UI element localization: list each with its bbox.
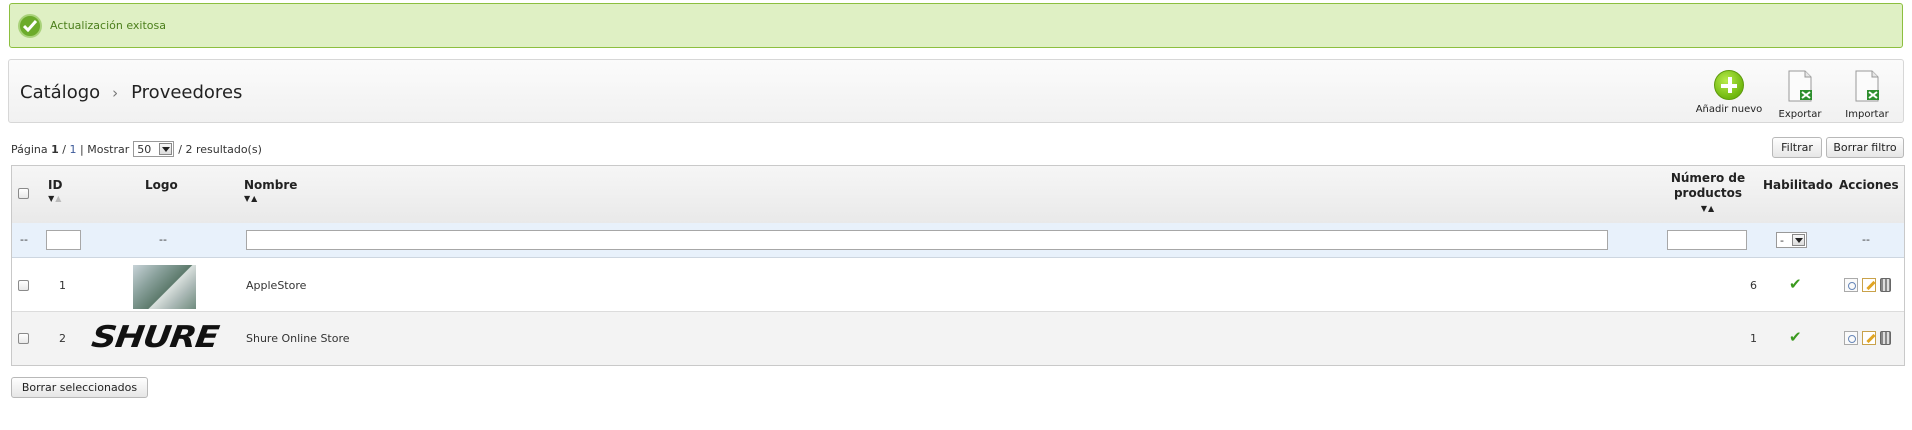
sort-arrows-icon[interactable]: ▼▲ <box>1668 201 1748 216</box>
table-row[interactable]: 1 AppleStore 6 ✔ <box>12 258 1904 312</box>
supplier-logo-image <box>133 265 196 309</box>
per-page-value: 50 <box>137 142 152 156</box>
column-actions: Acciones <box>1839 178 1899 192</box>
add-new-label: Añadir nuevo <box>1695 104 1763 115</box>
dropdown-arrow-icon <box>1791 234 1805 246</box>
row-name[interactable]: Shure Online Store <box>246 332 350 345</box>
row-actions <box>1844 331 1891 345</box>
row-name[interactable]: AppleStore <box>246 279 306 292</box>
sort-arrows-icon[interactable]: ▼▲ <box>244 194 297 203</box>
show-label: | Mostrar <box>80 142 130 156</box>
delete-icon[interactable] <box>1880 278 1891 292</box>
row-products: 6 <box>1750 279 1757 292</box>
page-prefix: Página <box>11 142 48 156</box>
filter-actions-placeholder: -- <box>1862 233 1870 246</box>
pagination: Página 1 / 1 | Mostrar 50 / 2 resultado(… <box>11 141 262 157</box>
edit-icon[interactable] <box>1862 278 1876 292</box>
filter-logo-placeholder: -- <box>159 233 167 246</box>
filter-name-input[interactable] <box>246 230 1608 250</box>
clear-filter-button[interactable]: Borrar filtro <box>1826 137 1904 158</box>
export-label: Exportar <box>1778 109 1822 120</box>
check-circle-icon <box>18 13 42 38</box>
page-toolbar: Catálogo › Proveedores Añadir nuevo Expo… <box>8 59 1904 123</box>
add-icon <box>1714 70 1744 100</box>
row-checkbox[interactable] <box>18 333 29 344</box>
results-count: / 2 resultado(s) <box>178 142 262 156</box>
success-alert: Actualización exitosa <box>9 3 1903 48</box>
delete-selected-button[interactable]: Borrar seleccionados <box>11 377 148 398</box>
column-id-label: ID <box>48 178 63 192</box>
enabled-check-icon[interactable]: ✔ <box>1789 328 1802 346</box>
import-label: Importar <box>1845 109 1889 120</box>
sort-arrows-icon[interactable]: ▼▲ <box>48 194 62 203</box>
current-page: 1 <box>51 142 59 156</box>
column-name: Nombre ▼▲ <box>244 178 297 203</box>
view-icon[interactable] <box>1844 331 1858 345</box>
view-icon[interactable] <box>1844 278 1858 292</box>
total-pages[interactable]: 1 <box>70 143 77 156</box>
breadcrumb-section[interactable]: Catálogo <box>20 82 100 103</box>
table-header: ID ▼▲ Logo Nombre ▼▲ Número de productos… <box>12 166 1904 224</box>
filter-id-input[interactable] <box>46 230 81 250</box>
row-id: 2 <box>59 332 66 345</box>
table-row[interactable]: 2 SHURE Shure Online Store 1 ✔ <box>12 312 1904 365</box>
column-name-label: Nombre <box>244 178 298 192</box>
import-button[interactable]: Importar <box>1842 70 1892 120</box>
suppliers-table: ID ▼▲ Logo Nombre ▼▲ Número de productos… <box>11 165 1905 366</box>
delete-icon[interactable] <box>1880 331 1891 345</box>
supplier-logo-image: SHURE <box>89 320 221 355</box>
filter-row: -- -- - -- <box>12 223 1904 258</box>
row-products: 1 <box>1750 332 1757 345</box>
excel-export-icon <box>1788 70 1812 102</box>
column-logo: Logo <box>145 178 178 192</box>
filter-products-input[interactable] <box>1667 230 1747 250</box>
enabled-check-icon[interactable]: ✔ <box>1789 275 1802 293</box>
filter-placeholder: -- <box>20 233 28 246</box>
export-button[interactable]: Exportar <box>1775 70 1825 120</box>
add-new-button[interactable]: Añadir nuevo <box>1693 70 1765 115</box>
dropdown-arrow-icon <box>159 143 173 155</box>
select-all-checkbox[interactable] <box>18 188 29 199</box>
column-enabled: Habilitado <box>1763 178 1833 192</box>
alert-message: Actualización exitosa <box>50 19 166 32</box>
row-actions <box>1844 278 1891 292</box>
page-slash: / <box>62 142 67 156</box>
column-products-line2: productos <box>1673 186 1743 200</box>
per-page-select[interactable]: 50 <box>133 141 175 157</box>
edit-icon[interactable] <box>1862 331 1876 345</box>
excel-import-icon <box>1855 70 1879 102</box>
page-title: Proveedores <box>131 82 243 103</box>
column-products: Número de productos ▼▲ <box>1668 171 1748 216</box>
filter-button[interactable]: Filtrar <box>1772 137 1822 158</box>
filter-enabled-value: - <box>1780 233 1784 247</box>
breadcrumb: Catálogo › Proveedores <box>20 82 242 103</box>
chevron-right-icon: › <box>112 83 119 102</box>
column-products-line1: Número de <box>1670 171 1746 185</box>
column-id: ID ▼▲ <box>48 178 62 203</box>
row-checkbox[interactable] <box>18 280 29 291</box>
row-id: 1 <box>59 279 66 292</box>
filter-enabled-select[interactable]: - <box>1776 232 1807 248</box>
